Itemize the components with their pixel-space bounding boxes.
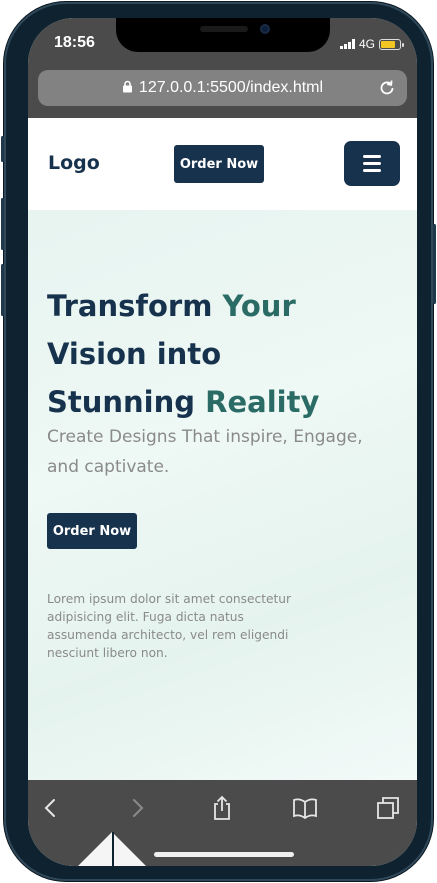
tabs-icon[interactable] xyxy=(375,795,401,821)
share-icon[interactable] xyxy=(209,795,235,821)
hero-section: Transform Your Vision into Stunning Real… xyxy=(28,210,417,780)
phone-frame: 18:56 4G 127.0.0.1:5500/index.html Logo … xyxy=(1,2,436,881)
hero-title-text: Stunning xyxy=(47,385,206,419)
notch xyxy=(116,18,330,52)
header-order-now-button[interactable]: Order Now xyxy=(174,145,264,183)
speaker-grille xyxy=(200,26,248,32)
hero-order-now-button[interactable]: Order Now xyxy=(47,513,137,549)
front-camera xyxy=(260,24,270,34)
status-time: 18:56 xyxy=(54,34,95,51)
hamburger-menu-button[interactable] xyxy=(344,141,400,186)
phone-screen: 18:56 4G 127.0.0.1:5500/index.html Logo … xyxy=(28,18,417,866)
home-indicator[interactable] xyxy=(154,852,294,857)
hero-title-text: Transform xyxy=(47,289,223,323)
hero-title-accent: Your xyxy=(222,289,296,323)
status-bar: 18:56 4G xyxy=(28,18,417,68)
silent-switch xyxy=(1,136,4,162)
hero-title-text: Vision into xyxy=(47,337,222,371)
volume-down-button xyxy=(1,264,4,316)
chevron-right-icon[interactable] xyxy=(124,795,150,821)
site-logo[interactable]: Logo xyxy=(48,152,100,174)
status-indicators: 4G xyxy=(339,37,404,51)
browser-toolbar xyxy=(28,780,417,866)
lock-icon xyxy=(122,80,132,93)
address-bar[interactable]: 127.0.0.1:5500/index.html xyxy=(38,70,407,106)
hero-paragraph: Lorem ipsum dolor sit amet consectetur a… xyxy=(47,592,291,660)
reload-icon[interactable] xyxy=(377,78,397,98)
browser-address-area: 127.0.0.1:5500/index.html xyxy=(28,68,417,118)
network-label: 4G xyxy=(358,37,375,51)
site-header: Logo Order Now xyxy=(28,118,417,210)
hero-subtitle: Create Designs That inspire, Engage, and… xyxy=(47,427,363,477)
cursor-line xyxy=(112,832,114,866)
book-icon[interactable] xyxy=(292,795,318,821)
hamburger-icon xyxy=(363,155,381,158)
signal-icon xyxy=(339,39,355,49)
battery-icon xyxy=(379,38,404,50)
power-button xyxy=(433,224,436,304)
hero-title: Transform Your Vision into Stunning Real… xyxy=(47,282,397,426)
url-text: 127.0.0.1:5500/index.html xyxy=(138,79,324,96)
volume-up-button xyxy=(1,198,4,250)
url-display[interactable]: 127.0.0.1:5500/index.html xyxy=(38,79,407,97)
hero-title-accent: Reality xyxy=(205,385,320,419)
chevron-left-icon[interactable] xyxy=(38,795,64,821)
